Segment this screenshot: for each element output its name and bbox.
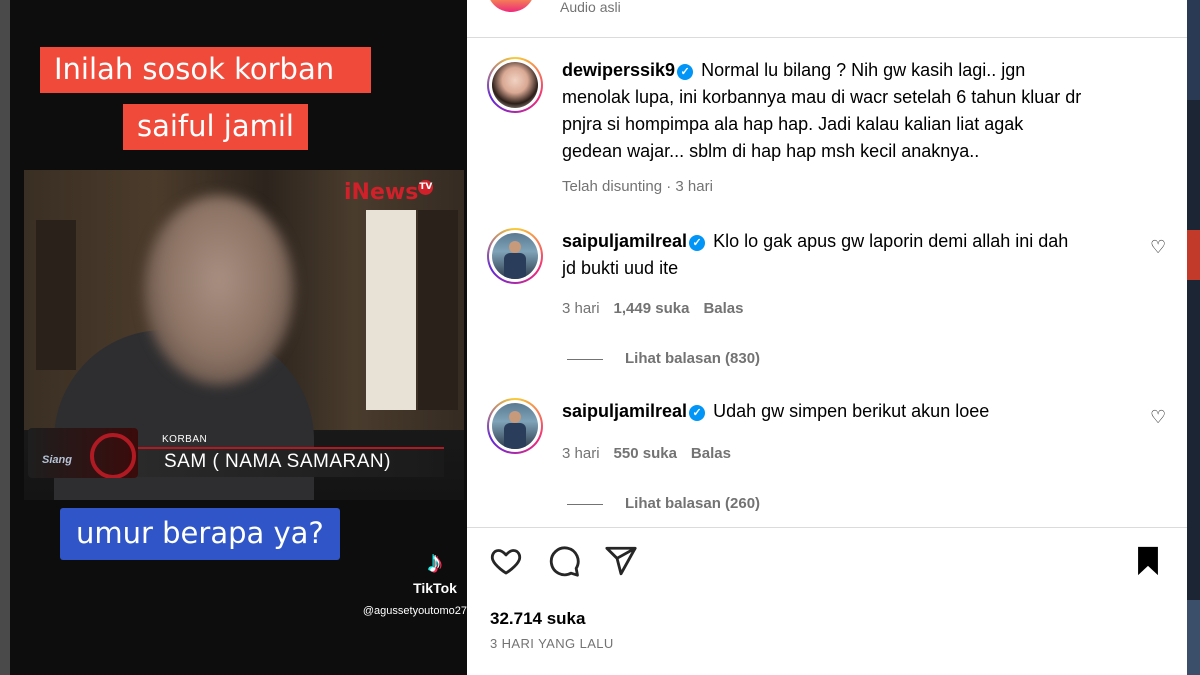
post-likes-count[interactable]: 32.714 suka (490, 609, 585, 629)
backdrop-left (0, 0, 10, 675)
comment-time[interactable]: 3 hari (562, 300, 600, 317)
avatar[interactable] (487, 57, 543, 113)
avatar[interactable] (487, 0, 535, 12)
share-icon[interactable] (604, 544, 644, 584)
comments-panel: Audio asli dewiperssik9 ✓ Normal lu bilan… (467, 0, 1187, 675)
tiktok-note-icon: ♪ (427, 546, 443, 579)
comment-likes[interactable]: 1,449 suka (614, 300, 690, 317)
caption-bottom: umur berapa ya? (60, 508, 340, 560)
verified-badge-icon: ✓ (677, 64, 694, 80)
comment-meta: 3 hari 550 suka Balas (562, 445, 731, 462)
lower-third: Siang KORBAN SAM ( NAMA SAMARAN) (24, 428, 464, 483)
lower-third-name: SAM ( NAMA SAMARAN) (164, 451, 391, 472)
divider (467, 37, 1187, 38)
tiktok-watermark: ♪ TikTok (410, 546, 460, 597)
view-replies-button[interactable]: Lihat balasan (830) (567, 350, 760, 367)
show-logo: Siang (28, 428, 138, 478)
comment-text: Udah gw simpen berikut akun loee (713, 401, 990, 421)
reply-button[interactable]: Balas (691, 445, 731, 462)
caption-top-line2: saiful jamil (123, 104, 308, 151)
comment-body: dewiperssik9 ✓ Normal lu bilang ? Nih gw … (562, 57, 1082, 165)
comment-time[interactable]: 3 hari (562, 445, 600, 462)
verified-badge-icon: ✓ (689, 405, 706, 421)
comment-like-heart-icon[interactable]: ♡ (1150, 408, 1168, 426)
audio-label[interactable]: Audio asli (560, 0, 621, 15)
comment-username[interactable]: dewiperssik9 (562, 60, 675, 80)
bookmark-icon[interactable] (1131, 544, 1171, 584)
blurred-face (144, 195, 294, 385)
caption-top-line1: Inilah sosok korban (40, 47, 371, 94)
action-bar (487, 544, 1167, 584)
broadcaster-logo: iNewsTV (344, 180, 434, 205)
comment-likes[interactable]: 550 suka (614, 445, 677, 462)
post-date: 3 HARI YANG LALU (490, 636, 614, 651)
comment-body: saipuljamilreal ✓ Klo lo gak apus gw lapo… (562, 228, 1082, 282)
avatar[interactable] (487, 398, 543, 454)
news-frame: iNewsTV Siang KORBAN SAM ( NAMA SAMARAN) (24, 170, 464, 500)
comment-username[interactable]: saipuljamilreal (562, 231, 687, 251)
verified-badge-icon: ✓ (689, 235, 706, 251)
view-replies-button[interactable]: Lihat balasan (260) (567, 495, 760, 512)
comment-meta: Telah disunting · 3 hari (562, 178, 713, 195)
heart-icon[interactable] (489, 544, 529, 584)
comment-meta: 3 hari 1,449 suka Balas (562, 300, 743, 317)
comment-icon[interactable] (547, 544, 587, 584)
video-player[interactable]: Inilah sosok korban saiful jamil iNewsTV… (10, 0, 467, 675)
broadcaster-logo-badge: TV (418, 180, 434, 195)
divider (467, 527, 1187, 528)
reply-button[interactable]: Balas (703, 300, 743, 317)
lower-third-label: KORBAN (162, 434, 208, 445)
avatar[interactable] (487, 228, 543, 284)
comment-username[interactable]: saipuljamilreal (562, 401, 687, 421)
post-header: Audio asli (487, 0, 1167, 15)
tiktok-word: TikTok (413, 580, 457, 596)
comment-body: saipuljamilreal ✓ Udah gw simpen berikut … (562, 398, 1082, 425)
backdrop-right (1187, 0, 1200, 675)
tiktok-handle: @agussetyoutomo27 (362, 605, 467, 617)
comment-like-heart-icon[interactable]: ♡ (1150, 238, 1168, 256)
